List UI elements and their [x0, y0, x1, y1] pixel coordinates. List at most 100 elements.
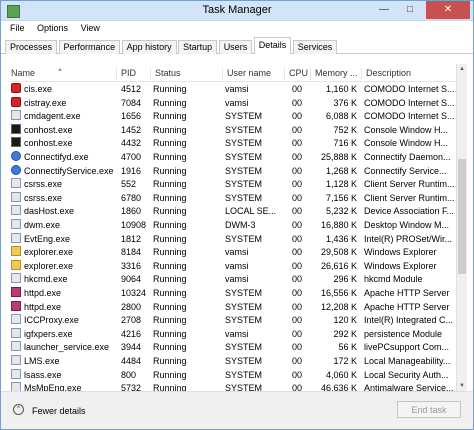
cell-pid: 1916	[121, 165, 142, 176]
cell-status: Running	[153, 152, 187, 162]
process-name: dwm.exe	[24, 220, 61, 230]
cell-pid: 6780	[121, 192, 142, 203]
minimize-icon[interactable]: —	[371, 1, 397, 19]
cell-status: Running	[153, 247, 187, 258]
table-row[interactable]: csrss.exe 552 Running SYSTEM 00 1,128 K Client…	[7, 177, 457, 190]
cell-name: csrss.exe	[11, 178, 115, 190]
table-row[interactable]: conhost.exe 1452 Running SYSTEM 00 752 K Conso…	[7, 123, 457, 136]
table-row[interactable]: ICCProxy.exe 2708 Running SYSTEM 00 120 K Inte…	[7, 313, 457, 326]
column-header-user-name[interactable]: User name	[223, 68, 285, 80]
cell-user: SYSTEM	[225, 301, 263, 312]
column-header-memory[interactable]: Memory ...	[311, 68, 362, 80]
table-row[interactable]: hkcmd.exe 9064 Running vamsi 00 296 K hkcmd Mo…	[7, 272, 457, 285]
column-header-name[interactable]: Name ▲	[7, 68, 117, 80]
column-header-description[interactable]: Description	[362, 68, 457, 80]
table-row[interactable]: csrss.exe 6780 Running SYSTEM 00 7,156 K Clien…	[7, 191, 457, 204]
tab-services[interactable]: Services	[292, 40, 338, 54]
tab-details[interactable]: Details	[253, 37, 292, 54]
cell-pid: 9064	[121, 274, 142, 285]
table-row[interactable]: launcher_service.exe 3944 Running SYSTEM 00 5…	[7, 340, 457, 353]
cell-user: SYSTEM	[225, 315, 263, 326]
cell-user: SYSTEM	[225, 192, 263, 203]
cell-name: ConnectifyService.exe	[11, 164, 115, 177]
process-gray-icon	[11, 205, 21, 216]
table-row[interactable]: httpd.exe 2800 Running SYSTEM 00 12,208 K Apac…	[7, 300, 457, 313]
process-blue-icon	[11, 151, 21, 161]
cell-user: vamsi	[225, 274, 249, 285]
chevron-up-circle-icon[interactable]: ⌃	[13, 404, 24, 415]
table-row[interactable]: EvtEng.exe 1812 Running SYSTEM 00 1,436 K Inte…	[7, 232, 457, 245]
table-row[interactable]: ConnectifyService.exe 1916 Running SYSTEM 00…	[7, 164, 457, 177]
table-row[interactable]: MsMpEng.exe 5732 Running SYSTEM 00 46,636 K An…	[7, 381, 457, 391]
scroll-up-arrow-icon[interactable]: ▲	[457, 64, 467, 74]
menu-file[interactable]: File	[5, 21, 30, 33]
cell-status: Running	[153, 315, 187, 326]
process-gray-icon	[11, 368, 21, 379]
table-row[interactable]: Connectifyd.exe 4700 Running SYSTEM 00 25,888…	[7, 150, 457, 163]
cell-description: Windows Explorer	[364, 260, 437, 271]
tab-app-history[interactable]: App history	[121, 40, 177, 54]
table-row[interactable]: cistray.exe 7084 Running vamsi 00 376 K COMODO…	[7, 96, 457, 109]
process-name: ConnectifyService.exe	[24, 165, 114, 176]
maximize-icon[interactable]: □	[397, 1, 423, 19]
cell-description: Device Association F...	[364, 206, 455, 217]
menu-view[interactable]: View	[76, 21, 105, 33]
cell-pid: 800	[121, 369, 137, 380]
tab-startup[interactable]: Startup	[178, 40, 218, 54]
column-header-pid[interactable]: PID	[117, 68, 151, 80]
cell-name: conhost.exe	[11, 123, 115, 136]
cell-cpu: 00	[291, 179, 302, 190]
table-row[interactable]: conhost.exe 4432 Running SYSTEM 00 716 K Conso…	[7, 136, 457, 149]
cell-user: SYSTEM	[225, 138, 263, 149]
table-row[interactable]: httpd.exe 10324 Running SYSTEM 00 16,556 K Apa…	[7, 286, 457, 299]
column-header-cpu[interactable]: CPU	[285, 68, 311, 80]
title-bar[interactable]: Task Manager — □ ✕	[1, 1, 473, 21]
cell-pid: 1452	[121, 124, 142, 135]
process-name: cmdagent.exe	[24, 111, 81, 122]
scroll-down-arrow-icon[interactable]: ▼	[457, 381, 467, 391]
cell-cpu: 00	[291, 192, 302, 203]
menu-options[interactable]: Options	[32, 21, 73, 33]
cell-description: Client Server Runtim...	[364, 179, 455, 190]
table-row[interactable]: explorer.exe 8184 Running vamsi 00 29,508 K Wi…	[7, 245, 457, 258]
table-row[interactable]: dasHost.exe 1860 Running LOCAL SE... 00 5,232…	[7, 204, 457, 217]
cell-name: csrss.exe	[11, 191, 115, 204]
cell-user: SYSTEM	[225, 179, 263, 190]
cell-memory: 716 K	[333, 138, 357, 149]
end-task-button[interactable]: End task	[397, 401, 461, 418]
cell-status: Running	[153, 206, 187, 217]
cell-pid: 1860	[121, 206, 142, 217]
table-row[interactable]: cmdagent.exe 1656 Running SYSTEM 00 6,088 K CO…	[7, 109, 457, 122]
scroll-thumb[interactable]	[458, 159, 466, 274]
process-name: explorer.exe	[24, 260, 74, 271]
process-gray-icon	[11, 327, 21, 338]
cell-memory: 12,208 K	[320, 301, 357, 312]
cell-memory: 16,880 K	[320, 220, 357, 230]
process-name: explorer.exe	[24, 247, 74, 258]
tab-processes[interactable]: Processes	[5, 40, 58, 54]
tab-users[interactable]: Users	[218, 40, 253, 54]
table-row[interactable]: LMS.exe 4484 Running SYSTEM 00 172 K Local Man…	[7, 354, 457, 367]
vertical-scrollbar[interactable]: ▲ ▼	[456, 64, 467, 391]
table-row[interactable]: explorer.exe 3316 Running vamsi 00 26,616 K Wi…	[7, 259, 457, 272]
process-red-icon	[11, 96, 21, 107]
table-row[interactable]: dwm.exe 10908 Running DWM-3 00 16,880 K Deskto…	[7, 218, 457, 231]
close-icon[interactable]: ✕	[426, 1, 470, 19]
cell-status: Running	[153, 84, 187, 94]
process-name: conhost.exe	[24, 124, 73, 135]
column-header-status[interactable]: Status	[151, 68, 223, 80]
cell-cpu: 00	[291, 206, 302, 217]
cell-cpu: 00	[291, 260, 302, 271]
tab-performance[interactable]: Performance	[58, 40, 121, 54]
table-row[interactable]: igfxpers.exe 4216 Running vamsi 00 292 K persi…	[7, 327, 457, 340]
process-red-icon	[11, 83, 21, 93]
cell-name: conhost.exe	[11, 137, 115, 149]
cell-name: igfxpers.exe	[11, 327, 115, 340]
cell-cpu: 00	[291, 165, 302, 176]
cell-cpu: 00	[291, 124, 302, 135]
table-row[interactable]: cis.exe 4512 Running vamsi 00 1,160 K COMODO I…	[7, 82, 457, 95]
fewer-details-link[interactable]: Fewer details	[32, 406, 86, 416]
table-row[interactable]: lsass.exe 800 Running SYSTEM 00 4,060 K Local …	[7, 368, 457, 381]
cell-status: Running	[153, 274, 187, 285]
cell-name: httpd.exe	[11, 300, 115, 313]
